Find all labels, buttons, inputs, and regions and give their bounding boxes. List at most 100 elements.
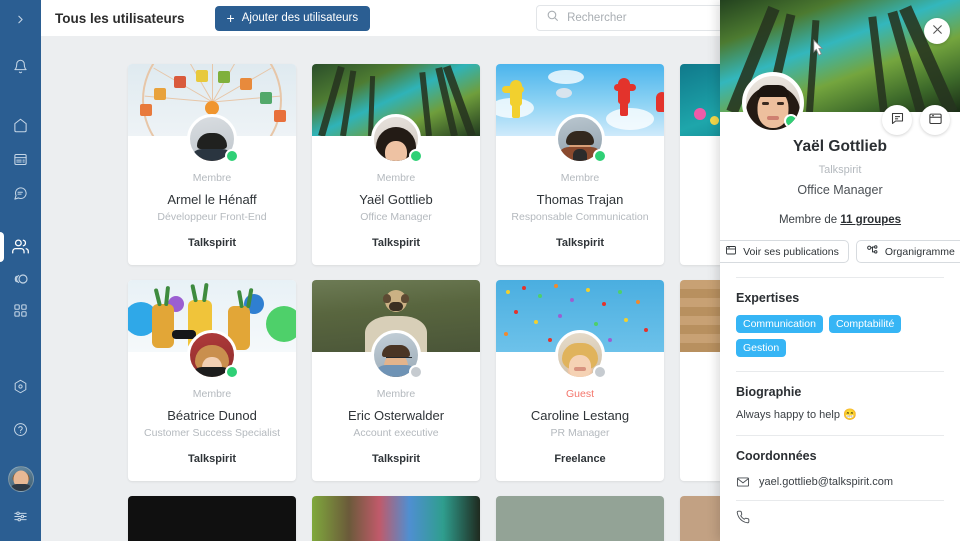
profile-avatar[interactable]: [742, 72, 804, 134]
sidebar-item-users[interactable]: [0, 232, 41, 261]
contact-heading: Coordonnées: [736, 449, 817, 463]
profile-action-buttons: [882, 105, 950, 135]
card-avatar-wrap: [187, 330, 239, 380]
user-org: Talkspirit: [371, 453, 421, 465]
contact-row-email[interactable]: yael.gottlieb@talkspirit.com: [736, 475, 944, 489]
sidebar-item-chat[interactable]: [0, 179, 41, 208]
status-badge: [225, 149, 239, 163]
card-cover: [496, 280, 664, 380]
contact-section: Coordonnées yael.gottlieb@talkspirit.com: [720, 449, 960, 489]
view-profile-card-button[interactable]: [920, 105, 950, 135]
user-title: PR Manager: [550, 427, 610, 439]
contact-row-phone[interactable]: [736, 510, 944, 524]
user-card[interactable]: Membre Eric Osterwalder Account executiv…: [312, 280, 480, 481]
chat-bubble-icon: [13, 186, 28, 201]
cover-art-colorful: [312, 496, 480, 541]
cover-art-gray-green: [496, 496, 664, 541]
status-badge: [784, 114, 798, 128]
divider: [736, 500, 944, 501]
sidebar-item-notifications[interactable]: [0, 52, 41, 81]
view-publications-label: Voir ses publications: [743, 245, 839, 258]
view-publications-button[interactable]: Voir ses publications: [720, 240, 849, 263]
user-card[interactable]: [128, 496, 296, 541]
card-avatar-wrap: [555, 114, 607, 164]
expertise-tag[interactable]: Gestion: [736, 339, 787, 357]
user-card[interactable]: Membre Béatrice Dunod Customer Success S…: [128, 280, 296, 481]
sidebar-item-expand-chevron[interactable]: [0, 5, 41, 34]
close-icon: [931, 23, 944, 39]
profile-panel: Yaël Gottlieb Talkspirit Office Manager …: [720, 0, 960, 541]
card-cover: [496, 496, 664, 541]
expertises-heading: Expertises: [736, 291, 800, 305]
expertise-tag[interactable]: Communication: [736, 315, 823, 333]
user-card[interactable]: Membre Thomas Trajan Responsable Communi…: [496, 64, 664, 265]
send-message-button[interactable]: [882, 105, 912, 135]
user-card[interactable]: Membre Yaël Gottlieb Office Manager Talk…: [312, 64, 480, 265]
role-badge: Guest: [565, 388, 594, 400]
chat-bubble-icon: [890, 111, 905, 129]
sidebar-item-news[interactable]: [0, 145, 41, 174]
mouse-cursor-icon: [808, 38, 828, 69]
user-org: Talkspirit: [187, 453, 237, 465]
divider: [736, 435, 944, 436]
card-avatar-wrap: [187, 114, 239, 164]
add-user-button-label: Ajouter des utilisateurs: [241, 12, 359, 24]
org-chart-button[interactable]: Organigramme: [855, 240, 960, 263]
circles-icon: [13, 271, 29, 287]
profile-groups-link[interactable]: 11 groupes: [840, 214, 901, 226]
card-cover: [128, 280, 296, 380]
sidebar-item-apps[interactable]: [0, 296, 41, 325]
user-name: Eric Osterwalder: [347, 408, 445, 423]
user-title: Customer Success Specialist: [144, 427, 280, 439]
card-cover: [496, 64, 664, 164]
user-card[interactable]: [496, 496, 664, 541]
card-avatar-wrap: [555, 330, 607, 380]
close-panel-button[interactable]: [924, 18, 950, 44]
card-cover: [312, 496, 480, 541]
user-title: Développeur Front-End: [157, 211, 267, 223]
user-name: Armel le Hénaff: [167, 192, 257, 207]
sidebar-item-home[interactable]: [0, 111, 41, 140]
card-avatar-wrap: [371, 114, 423, 164]
sidebar-item-admin[interactable]: [0, 372, 41, 401]
role-badge: Membre: [192, 172, 232, 184]
user-org: Talkspirit: [187, 237, 237, 249]
user-card[interactable]: Guest Caroline Lestang PR Manager Freela…: [496, 280, 664, 481]
status-badge: [409, 149, 423, 163]
status-badge: [593, 365, 607, 379]
phone-icon: [736, 510, 750, 524]
profile-groups-prefix: Membre de: [778, 214, 841, 226]
role-badge: Membre: [192, 388, 232, 400]
grid-apps-icon: [13, 303, 28, 318]
user-card[interactable]: Membre Armel le Hénaff Développeur Front…: [128, 64, 296, 265]
user-card[interactable]: [312, 496, 480, 541]
plus-icon: +: [226, 10, 235, 26]
org-chart-label: Organigramme: [884, 245, 955, 258]
biography-heading: Biographie: [736, 385, 802, 399]
add-user-button[interactable]: + Ajouter des utilisateurs: [214, 5, 371, 31]
card-cover: [312, 280, 480, 380]
divider: [736, 371, 944, 372]
role-badge: Membre: [376, 388, 416, 400]
contact-section-phone: [720, 510, 960, 524]
chevron-right-icon: [14, 13, 27, 26]
card-cover: [312, 64, 480, 164]
role-badge: Membre: [376, 172, 416, 184]
status-badge: [593, 149, 607, 163]
expertise-tag[interactable]: Comptabilité: [828, 315, 902, 333]
role-badge: Membre: [560, 172, 600, 184]
profile-buttons: Voir ses publications Organigramme: [720, 240, 960, 263]
sidebar-item-groups[interactable]: [0, 264, 41, 293]
window-card-icon: [725, 244, 737, 259]
current-user-avatar[interactable]: [7, 466, 34, 492]
hexagon-gear-icon: [13, 379, 28, 394]
status-badge: [225, 365, 239, 379]
user-name: Béatrice Dunod: [167, 408, 257, 423]
app-root: Tous les utilisateurs + Ajouter des util…: [0, 0, 960, 541]
sidebar-item-settings[interactable]: [0, 502, 41, 531]
profile-name: Yaël Gottlieb: [793, 138, 887, 155]
cover-art-dark: [128, 496, 296, 541]
user-name: Yaël Gottlieb: [359, 192, 433, 207]
biography-text: Always happy to help 😁: [736, 409, 857, 421]
sidebar-item-help[interactable]: [0, 415, 41, 444]
